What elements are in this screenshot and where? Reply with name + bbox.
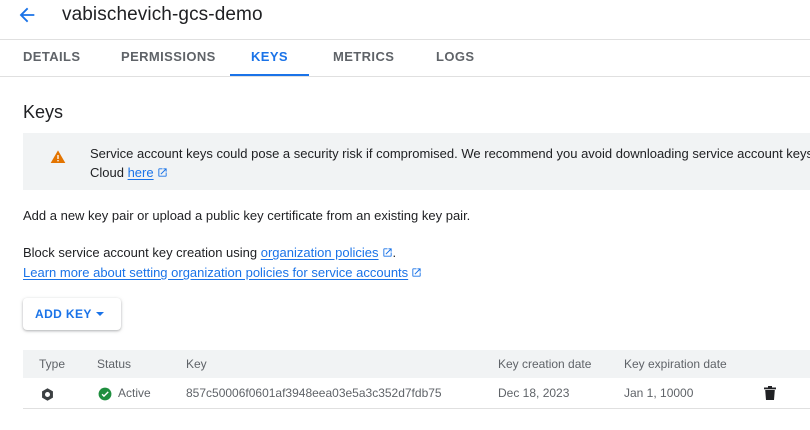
warning-banner: Service account keys could pose a securi… [23, 133, 810, 190]
column-header-type: Type [39, 357, 66, 371]
page-title: vabischevich-gcs-demo [62, 4, 263, 25]
keys-table-header: Type Status Key Key creation date Key ex… [23, 350, 810, 378]
external-link-icon [157, 168, 167, 177]
table-row: Active 857c50006f0601af3948eea03e5a3c352… [23, 378, 810, 409]
banner-text: Service account keys could pose a securi… [90, 146, 810, 161]
learn-more-link[interactable]: Learn more about setting organization po… [23, 265, 408, 280]
add-key-button[interactable]: ADD KEY [23, 298, 121, 330]
tab-bar: DETAILS PERMISSIONS KEYS METRICS LOGS [0, 40, 810, 77]
key-creation-date: Dec 18, 2023 [498, 386, 570, 400]
section-title: Keys [23, 102, 64, 122]
tab-keys[interactable]: KEYS [230, 40, 309, 76]
key-type-icon [42, 388, 53, 401]
caret-down-icon [96, 312, 104, 316]
org-policies-link[interactable]: organization policies [261, 245, 379, 260]
tab-metrics[interactable]: METRICS [333, 40, 394, 76]
delete-icon[interactable] [764, 386, 776, 400]
back-arrow-icon[interactable] [16, 4, 38, 26]
column-header-expires: Key expiration date [624, 357, 727, 371]
learn-more-line: Learn more about setting organization po… [23, 265, 422, 280]
key-expiration-date: Jan 1, 10000 [624, 386, 694, 400]
tab-permissions[interactable]: PERMISSIONS [121, 40, 215, 76]
block-creation-text: Block service account key creation using… [23, 245, 396, 260]
key-status: Active [118, 386, 151, 400]
banner-text-prefix: Cloud [90, 165, 128, 180]
intro-text: Add a new key pair or upload a public ke… [23, 208, 471, 223]
tab-details[interactable]: DETAILS [23, 40, 80, 76]
banner-text-line2: Cloud here [90, 163, 168, 183]
tab-logs[interactable]: LOGS [436, 40, 474, 76]
column-header-status: Status [97, 357, 132, 371]
check-circle-icon [98, 387, 112, 401]
column-header-key: Key [186, 357, 207, 371]
external-link-icon [382, 248, 392, 257]
block-text: Block service account key creation using [23, 245, 261, 260]
add-key-label: ADD KEY [35, 307, 92, 321]
block-text-suffix: . [392, 245, 397, 260]
external-link-icon [412, 268, 421, 277]
banner-here-link[interactable]: here [128, 165, 154, 180]
warning-icon [50, 150, 66, 163]
column-header-created: Key creation date [498, 357, 592, 371]
top-bar: vabischevich-gcs-demo [0, 0, 810, 40]
key-id: 857c50006f0601af3948eea03e5a3c352d7fdb75 [186, 386, 442, 400]
